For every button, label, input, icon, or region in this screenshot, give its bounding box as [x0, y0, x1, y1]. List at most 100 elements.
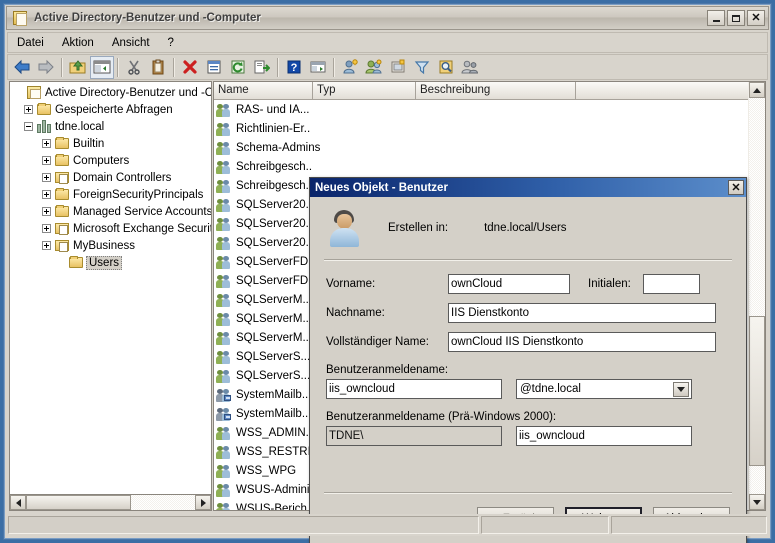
- maximize-button[interactable]: [727, 10, 745, 26]
- full-name-row: Vollständiger Name:: [326, 332, 730, 352]
- column-header-typ[interactable]: Typ: [313, 82, 416, 100]
- column-header-beschreibung[interactable]: Beschreibung: [416, 82, 576, 100]
- column-header-name[interactable]: Name: [214, 82, 313, 100]
- logon-name-input[interactable]: [326, 379, 502, 399]
- show-hide-tree-icon[interactable]: [90, 55, 114, 79]
- first-name-input[interactable]: [448, 274, 570, 294]
- table-row[interactable]: Schreibgesch..: [214, 157, 750, 176]
- table-row[interactable]: Schema-Admins: [214, 138, 750, 157]
- menu-hilfe[interactable]: ?: [159, 35, 183, 51]
- paste-icon[interactable]: [146, 56, 170, 79]
- users-group-icon[interactable]: [458, 56, 482, 79]
- console-window-icon[interactable]: [306, 56, 330, 79]
- scroll-left-button[interactable]: [10, 495, 26, 510]
- expander-plus-icon[interactable]: [24, 105, 33, 114]
- filter-icon[interactable]: [410, 56, 434, 79]
- chevron-down-icon[interactable]: [673, 382, 689, 397]
- tree-node-computers[interactable]: Computers: [10, 152, 211, 169]
- table-row[interactable]: Richtlinien-Er..: [214, 119, 750, 138]
- table-row[interactable]: RAS- und IA...: [214, 100, 750, 119]
- pre2000-name-input[interactable]: [516, 426, 692, 446]
- expander-minus-icon[interactable]: [24, 122, 33, 131]
- up-folder-icon[interactable]: [66, 56, 90, 79]
- help-icon[interactable]: ?: [282, 56, 306, 79]
- pre2000-row: [326, 426, 730, 446]
- tree-node-builtin[interactable]: Builtin: [10, 135, 211, 152]
- tree-node-users[interactable]: Users: [10, 254, 211, 271]
- expander-plus-icon[interactable]: [42, 156, 51, 165]
- folder-icon: [54, 153, 70, 168]
- first-name-row: Vorname: Initialen:: [326, 274, 730, 294]
- last-name-input[interactable]: [448, 303, 716, 323]
- tree-node-managed-service-accounts[interactable]: Managed Service Accounts: [10, 203, 211, 220]
- full-name-input[interactable]: [448, 332, 716, 352]
- group-icon: [216, 235, 234, 251]
- group-icon: [216, 197, 234, 213]
- group-icon: [216, 368, 234, 384]
- group-icon: [216, 501, 234, 510]
- refresh-icon[interactable]: [226, 56, 250, 79]
- expander-plus-icon[interactable]: [42, 173, 51, 182]
- group-icon: [216, 482, 234, 498]
- new-user-icon[interactable]: [338, 56, 362, 79]
- scroll-track[interactable]: [748, 98, 765, 494]
- tree-node-domain[interactable]: tdne.local: [10, 118, 211, 135]
- expander-plus-icon[interactable]: [42, 241, 51, 250]
- toolbar-separator: [277, 57, 279, 77]
- back-icon[interactable]: [10, 56, 34, 79]
- scroll-track[interactable]: [26, 495, 195, 510]
- dialog-form: Vorname: Initialen: Nachname: Vollständi…: [310, 260, 746, 446]
- user-avatar-icon: [328, 208, 362, 248]
- dialog-header: Erstellen in: tdne.local/Users: [310, 197, 746, 259]
- scroll-down-button[interactable]: [748, 494, 765, 510]
- properties-icon[interactable]: [202, 56, 226, 79]
- scroll-thumb[interactable]: [26, 495, 131, 510]
- tree-node-root[interactable]: Active Directory-Benutzer und -Cor: [10, 84, 211, 101]
- scroll-thumb[interactable]: [748, 316, 765, 466]
- menu-aktion[interactable]: Aktion: [53, 35, 103, 51]
- find-icon[interactable]: [434, 56, 458, 79]
- expander-plus-icon[interactable]: [42, 224, 51, 233]
- expander-plus-icon[interactable]: [42, 139, 51, 148]
- expander-plus-icon[interactable]: [42, 207, 51, 216]
- menu-datei[interactable]: Datei: [8, 35, 53, 51]
- content-area: Active Directory-Benutzer und -Cor Gespe…: [7, 81, 768, 543]
- screen: Active Directory-Benutzer und -Computer …: [0, 0, 775, 543]
- group-icon: [216, 178, 234, 194]
- dialog-close-button[interactable]: ✕: [728, 180, 744, 195]
- group-icon: [216, 254, 234, 270]
- menu-ansicht[interactable]: Ansicht: [103, 35, 159, 51]
- close-button[interactable]: ✕: [747, 10, 765, 26]
- initials-input[interactable]: [642, 274, 700, 294]
- scroll-right-button[interactable]: [195, 495, 211, 510]
- cell-name: Schreibgesch..: [236, 160, 313, 173]
- export-list-icon[interactable]: [250, 56, 274, 79]
- tree-node-mybusiness[interactable]: MyBusiness: [10, 237, 211, 254]
- delete-icon[interactable]: [178, 56, 202, 79]
- scroll-up-button[interactable]: [748, 82, 765, 98]
- first-name-label: Vorname:: [326, 278, 376, 290]
- pre2000-label: Benutzeranmeldename (Prä-Windows 2000):: [326, 411, 557, 423]
- close-icon: ✕: [731, 182, 741, 194]
- pre2000-domain-input: [326, 426, 502, 446]
- column-header-empty[interactable]: [576, 82, 750, 100]
- created-in-label: Erstellen in:: [388, 222, 449, 234]
- tree-node-label: tdne.local: [55, 120, 105, 133]
- status-pane-3: [611, 516, 767, 534]
- expander-plus-icon[interactable]: [42, 190, 51, 199]
- tree-node-foreignsecurityprincipals[interactable]: ForeignSecurityPrincipals: [10, 186, 211, 203]
- group-icon: [216, 463, 234, 479]
- tree-node-saved-queries[interactable]: Gespeicherte Abfragen: [10, 101, 211, 118]
- upn-suffix-combobox[interactable]: @tdne.local: [516, 379, 692, 399]
- tree-node-domain-controllers[interactable]: Domain Controllers: [10, 169, 211, 186]
- tree-node-label: Managed Service Accounts: [73, 205, 212, 218]
- new-ou-icon[interactable]: [386, 56, 410, 79]
- list-vertical-scrollbar[interactable]: [748, 82, 765, 510]
- tree-horizontal-scrollbar[interactable]: [9, 494, 212, 511]
- minimize-button[interactable]: [707, 10, 725, 26]
- new-group-icon[interactable]: [362, 56, 386, 79]
- forward-icon[interactable]: [34, 56, 58, 79]
- folder-query-icon: [36, 102, 52, 117]
- cut-icon[interactable]: [122, 56, 146, 79]
- tree-node-microsoft-exchange-security[interactable]: Microsoft Exchange Securit: [10, 220, 211, 237]
